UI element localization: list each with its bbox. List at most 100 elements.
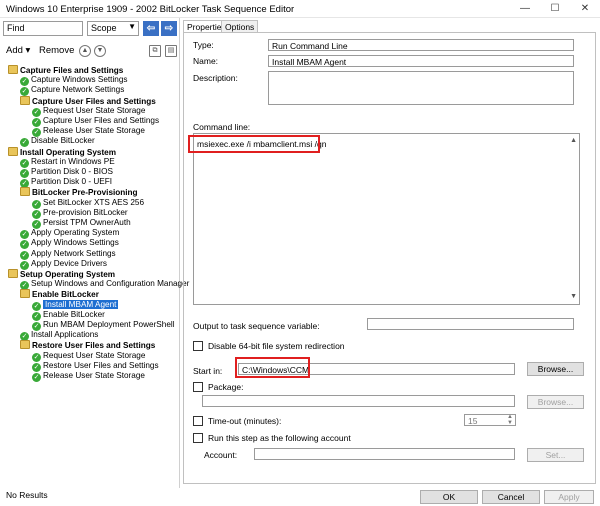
cancel-button[interactable]: Cancel — [482, 490, 540, 504]
folder-icon — [20, 187, 30, 197]
tree-step-node[interactable]: ✓ Disable BitLocker — [20, 136, 95, 148]
tree-step-node[interactable]: ✓ Apply Device Drivers — [20, 259, 107, 270]
start-in-label: Start in: — [193, 366, 223, 376]
paste-icon[interactable]: ▤ — [165, 45, 177, 57]
tree-step-node[interactable]: ✓ Restart in Windows PE — [20, 157, 115, 168]
add-menu[interactable]: Add ▾ — [6, 45, 30, 56]
tree-step-node[interactable]: ✓ Partition Disk 0 - BIOS — [20, 167, 113, 178]
tree-node-label: BitLocker Pre-Provisioning — [32, 188, 138, 198]
tree-step-node[interactable]: ✓ Apply Network Settings — [20, 248, 116, 260]
browse-button[interactable]: Browse... — [527, 362, 584, 376]
folder-icon — [8, 146, 18, 156]
move-down-icon[interactable]: ▼ — [94, 45, 106, 57]
tree-group-node[interactable]: Setup Operating System — [8, 269, 115, 279]
folder-icon — [20, 95, 30, 105]
type-label: Type: — [193, 40, 214, 50]
tree-step-node[interactable]: ✓ Capture User Files and Settings — [32, 116, 160, 127]
tree-step-node[interactable]: ✓ Capture Windows Settings — [20, 75, 128, 87]
tree-node-label: Pre-provision BitLocker — [43, 207, 128, 217]
scope-dropdown[interactable]: Scope ▼ — [87, 21, 139, 36]
tree-group-node[interactable]: Capture Files and Settings — [8, 65, 123, 75]
tree-group-node[interactable]: Restore User Files and Settings — [20, 340, 155, 350]
timeout-stepper[interactable]: 15 ▲ ▼ — [464, 414, 516, 426]
tree-step-node[interactable]: ✓ Setup Windows and Configuration Manager — [20, 279, 189, 291]
tree-step-node[interactable]: ✓ Request User State Storage — [32, 105, 146, 117]
tree-node-label: Request User State Storage — [43, 105, 146, 115]
properties-form: Type: Run Command Line Name: Install MBA… — [183, 32, 596, 484]
timeout-value: 15 — [468, 416, 478, 426]
tree-step-node[interactable]: ✓ Partition Disk 0 - UEFI — [20, 177, 112, 189]
scroll-down-icon[interactable]: ▼ — [570, 292, 577, 302]
tree-step-node[interactable]: ✓ Install Applications — [20, 330, 98, 342]
next-result-button[interactable]: ⇨ — [161, 21, 177, 36]
tree-node-label: Install Operating System — [20, 147, 117, 157]
package-browse-button[interactable]: Browse... — [527, 395, 584, 409]
tree-step-node[interactable]: ✓ Apply Operating System — [20, 228, 119, 240]
tree-step-node[interactable]: ✓ Release User State Storage — [32, 371, 145, 382]
tree-step-node[interactable]: ✓ Pre-provision BitLocker — [32, 207, 128, 219]
output-variable-field[interactable] — [367, 318, 574, 330]
tree-step-node[interactable]: ✓ Set BitLocker XTS AES 256 — [32, 197, 145, 209]
description-label: Description: — [193, 73, 238, 83]
tree-step-node[interactable]: ✓ Enable BitLocker — [32, 309, 105, 321]
tree-group-node[interactable]: Capture User Files and Settings — [20, 95, 156, 106]
previous-result-button[interactable]: ⇦ — [143, 21, 159, 36]
tree-step-node[interactable]: ✓ Apply Windows Settings — [20, 238, 119, 250]
remove-button[interactable]: Remove — [39, 45, 74, 56]
tree-node-label: Apply Network Settings — [31, 248, 116, 258]
tree-toolbar: Add ▾ Remove ▲ ▼ ⧉ ▤ — [3, 43, 178, 59]
output-variable-label: Output to task sequence variable: — [193, 321, 320, 331]
type-value: Run Command Line — [268, 39, 574, 51]
minimize-button[interactable]: — — [510, 0, 540, 18]
package-label: Package: — [208, 382, 244, 392]
check-icon: ✓ — [32, 373, 41, 382]
run-as-checkbox[interactable] — [193, 433, 203, 443]
timeout-checkbox[interactable] — [193, 416, 203, 426]
account-field[interactable] — [254, 448, 515, 460]
tree-node-label: Apply Windows Settings — [31, 238, 119, 248]
tree-step-node[interactable]: ✓ Capture Network Settings — [20, 85, 124, 97]
spinner-icon[interactable]: ▲ ▼ — [507, 414, 513, 426]
tree-step-node[interactable]: ✓ Persist TPM OwnerAuth — [32, 218, 131, 229]
tree-node-label: Enable BitLocker — [32, 290, 99, 300]
tree-node-label: Disable BitLocker — [31, 136, 95, 146]
tree-node-label: Restore User Files and Settings — [43, 360, 159, 370]
tree-step-node[interactable]: ✓ Run MBAM Deployment PowerShell — [32, 320, 175, 331]
ok-button[interactable]: OK — [420, 490, 478, 504]
tree-node-label: Release User State Storage — [43, 126, 145, 136]
close-button[interactable]: ✕ — [570, 0, 600, 18]
copy-icon[interactable]: ⧉ — [149, 45, 161, 57]
tree-step-node[interactable]: ✓ Release User State Storage — [32, 126, 145, 138]
command-line-field[interactable]: msiexec.exe /i mbamclient.msi /qn ▲ ▼ — [193, 133, 580, 305]
tree-node-label: Set BitLocker XTS AES 256 — [43, 197, 145, 207]
dialog-footer: OK Cancel Apply — [0, 488, 600, 504]
tab-options[interactable]: Options — [221, 20, 259, 32]
name-field[interactable]: Install MBAM Agent — [268, 55, 574, 67]
disable-64bit-checkbox[interactable] — [193, 341, 203, 351]
maximize-button[interactable]: ☐ — [540, 0, 570, 18]
find-input[interactable]: Find — [3, 21, 83, 36]
folder-icon — [20, 340, 30, 350]
tree-node-label: Persist TPM OwnerAuth — [43, 218, 131, 227]
tree-step-node[interactable]: ✓ Install MBAM Agent — [32, 299, 119, 311]
tree-node-label: Enable BitLocker — [43, 309, 105, 319]
tree-group-node[interactable]: Enable BitLocker — [20, 289, 99, 299]
tree-step-node[interactable]: ✓ Restore User Files and Settings — [32, 360, 159, 372]
disable-64bit-label: Disable 64-bit file system redirection — [208, 341, 345, 351]
apply-button[interactable]: Apply — [544, 490, 594, 504]
description-field[interactable] — [268, 71, 574, 105]
move-up-icon[interactable]: ▲ — [79, 45, 91, 57]
tree-node-label: Capture Windows Settings — [31, 75, 128, 85]
title-bar: Windows 10 Enterprise 1909 - 2002 BitLoc… — [0, 0, 600, 18]
tree-node-label: Partition Disk 0 - BIOS — [31, 167, 113, 176]
tree-step-node[interactable]: ✓ Request User State Storage — [32, 351, 145, 362]
tree-node-label: Run MBAM Deployment PowerShell — [43, 320, 175, 329]
package-field[interactable] — [202, 395, 515, 407]
tree-node-label: Capture User Files and Settings — [43, 116, 160, 125]
package-checkbox[interactable] — [193, 382, 203, 392]
tree-group-node[interactable]: BitLocker Pre-Provisioning — [20, 187, 138, 197]
scroll-up-icon[interactable]: ▲ — [570, 136, 577, 146]
tree-group-node[interactable]: Install Operating System — [8, 146, 117, 157]
command-line-highlight — [188, 135, 320, 153]
set-account-button[interactable]: Set... — [527, 448, 584, 462]
